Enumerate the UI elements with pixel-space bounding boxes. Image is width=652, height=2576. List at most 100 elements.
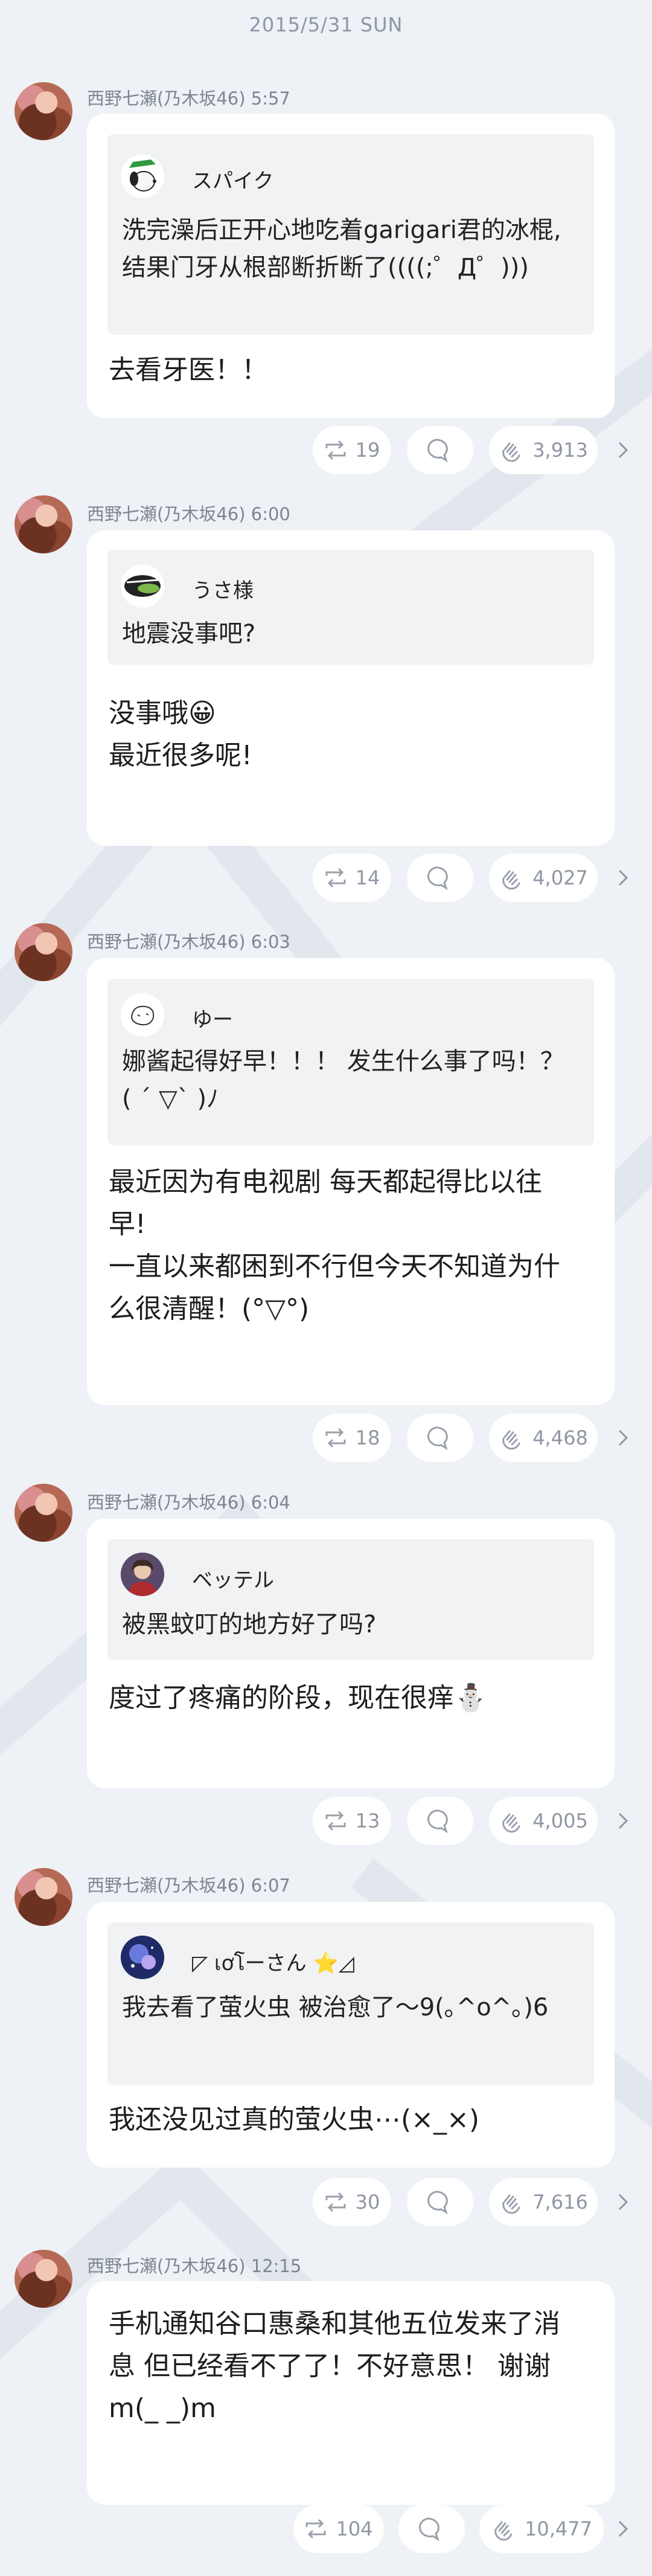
post-card[interactable]: ◸ เơโーさん ⭐◿ 我去看了萤火虫 被治愈了～9(｡^o^｡)6 我还没见过… — [87, 1902, 615, 2168]
snoopy-avatar-icon — [121, 155, 164, 198]
repost-button[interactable]: 30 — [313, 2178, 391, 2226]
quoted-message: スパイク 洗完澡后正开心地吃着garigari君的冰棍, 结果门牙从根部断折断了… — [107, 134, 594, 335]
repost-count: 30 — [355, 2191, 380, 2214]
like-button[interactable]: 4,468 — [489, 1414, 598, 1462]
post-time: 6:00 — [251, 504, 290, 524]
post-meta: 西野七瀬(乃木坂46) 12:15 — [87, 2252, 301, 2278]
clap-hand-icon — [502, 870, 520, 890]
comment-icon — [419, 2517, 439, 2542]
post-card[interactable]: ベッテル 被黑蚊叮的地方好了吗? 度过了疼痛的阶段，现在很痒⛄ — [87, 1519, 615, 1788]
like-count: 10,477 — [525, 2517, 592, 2540]
quote-author-name: スパイク — [192, 169, 274, 193]
quote-author-name: ゆー — [192, 1008, 233, 1032]
post-body: 去看牙医！！ — [109, 355, 268, 385]
author-name: 西野七瀬(乃木坂46) — [87, 1492, 246, 1513]
chevron-right-icon — [618, 869, 628, 886]
post-card[interactable]: ゆー 娜酱起得好早！！！ 发生什么事了吗！？ ( ´ ▽` )ﾉ 最近因为有电视… — [87, 958, 615, 1405]
comment-button[interactable] — [407, 1414, 473, 1462]
doodle-avatar-icon — [121, 993, 164, 1037]
repost-button[interactable]: 18 — [313, 1414, 391, 1462]
comment-button[interactable] — [407, 2178, 473, 2226]
repost-count: 104 — [336, 2517, 373, 2540]
repost-count: 18 — [355, 1426, 380, 1449]
clap-hand-icon — [502, 442, 520, 462]
like-button[interactable]: 10,477 — [479, 2505, 604, 2553]
comment-button[interactable] — [407, 426, 473, 474]
author-name: 西野七瀬(乃木坂46) — [87, 932, 246, 952]
repost-button[interactable]: 14 — [313, 854, 391, 902]
chevron-right-icon — [618, 1812, 628, 1829]
post-card[interactable]: うさ様 地震没事吧? 没事哦😀 最近很多呢! — [87, 530, 615, 846]
author-name: 西野七瀬(乃木坂46) — [87, 1875, 246, 1896]
comment-icon — [427, 1809, 448, 1834]
like-count: 7,616 — [532, 2191, 588, 2214]
post-meta: 西野七瀬(乃木坂46) 5:57 — [87, 85, 290, 110]
quoted-message: ◸ เơโーさん ⭐◿ 我去看了萤火虫 被治愈了～9(｡^o^｡)6 — [107, 1922, 594, 2085]
quote-text: 我去看了萤火虫 被治愈了～9(｡^o^｡)6 — [122, 1994, 549, 2021]
quote-avatar — [121, 564, 164, 608]
post-body: 手机通知谷口惠桑和其他五位发来了消 息 但已经看不了了！不好意思！ 谢谢 m(_… — [109, 2308, 560, 2424]
quote-avatar — [121, 993, 164, 1037]
author-avatar[interactable] — [14, 1484, 72, 1542]
post-actions: 18 4,468 — [0, 1414, 652, 1462]
author-name: 西野七瀬(乃木坂46) — [87, 504, 246, 524]
post-actions: 19 3,913 — [0, 426, 652, 474]
quote-author-name: ベッテル — [192, 1568, 274, 1592]
like-count: 4,027 — [532, 866, 588, 889]
quote-text: 地震没事吧? — [122, 620, 256, 648]
quote-avatar — [121, 1553, 164, 1596]
like-button[interactable]: 4,027 — [489, 854, 598, 902]
more-button[interactable] — [616, 426, 630, 474]
quote-avatar — [121, 155, 164, 198]
repost-button[interactable]: 104 — [293, 2505, 384, 2553]
person-avatar-icon — [121, 1553, 164, 1596]
author-name: 西野七瀬(乃木坂46) — [87, 2256, 246, 2276]
clap-hand-icon — [502, 2194, 520, 2214]
comment-button[interactable] — [407, 854, 473, 902]
post-time: 12:15 — [251, 2256, 302, 2276]
more-button[interactable] — [616, 1414, 630, 1462]
post-meta: 西野七瀬(乃木坂46) 6:04 — [87, 1489, 290, 1514]
comment-icon — [427, 866, 448, 890]
like-button[interactable]: 7,616 — [489, 2178, 598, 2226]
author-name: 西野七瀬(乃木坂46) — [87, 88, 246, 109]
chevron-right-icon — [618, 2194, 628, 2211]
like-button[interactable]: 3,913 — [489, 426, 598, 474]
quote-author-name: うさ様 — [192, 579, 254, 603]
comment-button[interactable] — [407, 1797, 473, 1845]
comment-button[interactable] — [398, 2505, 465, 2553]
quote-text: 被黑蚊叮的地方好了吗? — [122, 1611, 377, 1638]
more-button[interactable] — [616, 2505, 630, 2553]
repost-button[interactable]: 13 — [313, 1797, 391, 1845]
author-avatar[interactable] — [14, 495, 72, 553]
like-count: 3,913 — [532, 439, 588, 462]
post-actions: 30 7,616 — [0, 2178, 652, 2226]
post-card[interactable]: 手机通知谷口惠桑和其他五位发来了消 息 但已经看不了了！不好意思！ 谢谢 m(_… — [87, 2281, 615, 2505]
repost-button[interactable]: 19 — [313, 426, 391, 474]
post-card[interactable]: スパイク 洗完澡后正开心地吃着garigari君的冰棍, 结果门牙从根部断折断了… — [87, 114, 615, 418]
author-avatar[interactable] — [14, 82, 72, 140]
more-button[interactable] — [616, 2178, 630, 2226]
author-avatar[interactable] — [14, 1868, 72, 1926]
repost-icon — [325, 440, 346, 460]
more-button[interactable] — [616, 1797, 630, 1845]
clap-hand-icon — [494, 2521, 513, 2541]
post-body: 我还没见过真的萤火虫⋯(×_×) — [109, 2104, 480, 2135]
more-button[interactable] — [616, 854, 630, 902]
chevron-right-icon — [618, 442, 628, 459]
post-meta: 西野七瀬(乃木坂46) 6:00 — [87, 500, 290, 526]
author-avatar[interactable] — [14, 2250, 72, 2308]
repost-icon — [325, 1428, 346, 1448]
quote-avatar — [121, 1936, 164, 1979]
date-header: 2015/5/31 SUN — [249, 13, 403, 36]
like-button[interactable]: 4,005 — [489, 1797, 598, 1845]
repost-count: 13 — [355, 1809, 380, 1832]
post-body: 没事哦😀 最近很多呢! — [109, 698, 252, 771]
galaxy-avatar-icon — [121, 1936, 164, 1979]
chevron-right-icon — [618, 2520, 628, 2537]
character-avatar-icon — [121, 564, 164, 608]
post-meta: 西野七瀬(乃木坂46) 6:07 — [87, 1872, 290, 1897]
repost-count: 19 — [355, 439, 380, 462]
author-avatar[interactable] — [14, 923, 72, 981]
clap-hand-icon — [502, 1813, 520, 1833]
